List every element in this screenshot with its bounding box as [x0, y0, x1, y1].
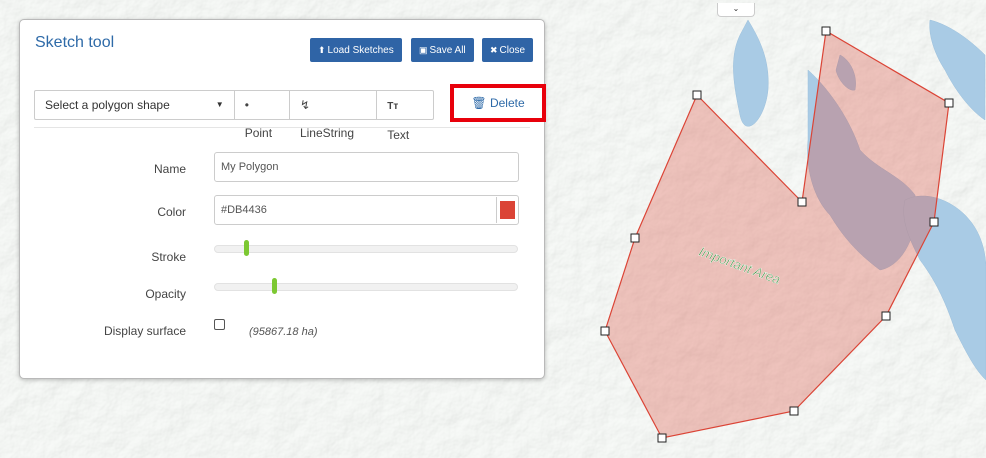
linestring-icon: ↯: [299, 98, 311, 112]
display-surface-checkbox[interactable]: [214, 319, 225, 330]
opacity-slider-thumb[interactable]: [272, 278, 277, 294]
shape-toolbar: Select a polygon shape ▼ • Point ↯ LineS…: [34, 90, 434, 142]
load-sketches-label: Load Sketches: [327, 45, 394, 56]
panel-divider: [34, 127, 530, 128]
save-all-button[interactable]: ▣ Save All: [411, 38, 474, 62]
save-all-label: Save All: [429, 45, 466, 56]
map-toggle-tab[interactable]: ⌄: [717, 3, 755, 17]
stroke-label: Stroke: [151, 250, 186, 264]
linestring-label: LineString: [299, 126, 355, 140]
delete-button[interactable]: 🗑 Delete: [454, 88, 542, 118]
chevron-down-icon: ⌄: [732, 4, 740, 13]
close-button[interactable]: ✖ Close: [482, 38, 534, 62]
floppy-disk-icon: ▣: [419, 45, 428, 55]
opacity-slider[interactable]: [214, 278, 518, 294]
polygon-shape-select-value: Select a polygon shape: [45, 98, 170, 112]
name-label: Name: [153, 162, 186, 176]
stroke-slider-thumb[interactable]: [244, 240, 249, 256]
delete-highlight: 🗑 Delete: [450, 84, 546, 122]
delete-label: Delete: [489, 96, 525, 110]
linestring-tool-button[interactable]: ↯ LineString: [290, 91, 378, 140]
close-label: Close: [499, 45, 526, 56]
color-label: Color: [157, 205, 186, 219]
surface-area-value: (95867.18 ha): [249, 326, 318, 338]
color-field[interactable]: #DB4436: [214, 195, 519, 225]
color-value: #DB4436: [221, 204, 267, 216]
point-tool-button[interactable]: • Point: [235, 91, 290, 140]
panel-title: Sketch tool: [35, 34, 115, 51]
name-field[interactable]: My Polygon: [214, 152, 519, 182]
close-icon: ✖: [490, 45, 498, 55]
color-swatch[interactable]: [496, 197, 518, 223]
opacity-label: Opacity: [145, 287, 186, 301]
load-sketches-button[interactable]: ⬆ Load Sketches: [310, 38, 402, 62]
trash-icon: 🗑: [471, 96, 487, 110]
polygon-shape-select[interactable]: Select a polygon shape ▼: [35, 91, 235, 119]
text-label: Text: [387, 128, 410, 142]
text-icon: Tт: [387, 101, 399, 112]
stroke-slider[interactable]: [214, 240, 518, 256]
text-tool-button[interactable]: Tт Text: [377, 91, 433, 142]
upload-icon: ⬆: [318, 45, 326, 55]
caret-down-icon: ▼: [215, 100, 224, 109]
sketch-tool-panel: Sketch tool ⬆ Load Sketches ▣ Save All ✖ Cl…: [19, 19, 546, 379]
display-surface-label: Display surface: [103, 324, 186, 338]
